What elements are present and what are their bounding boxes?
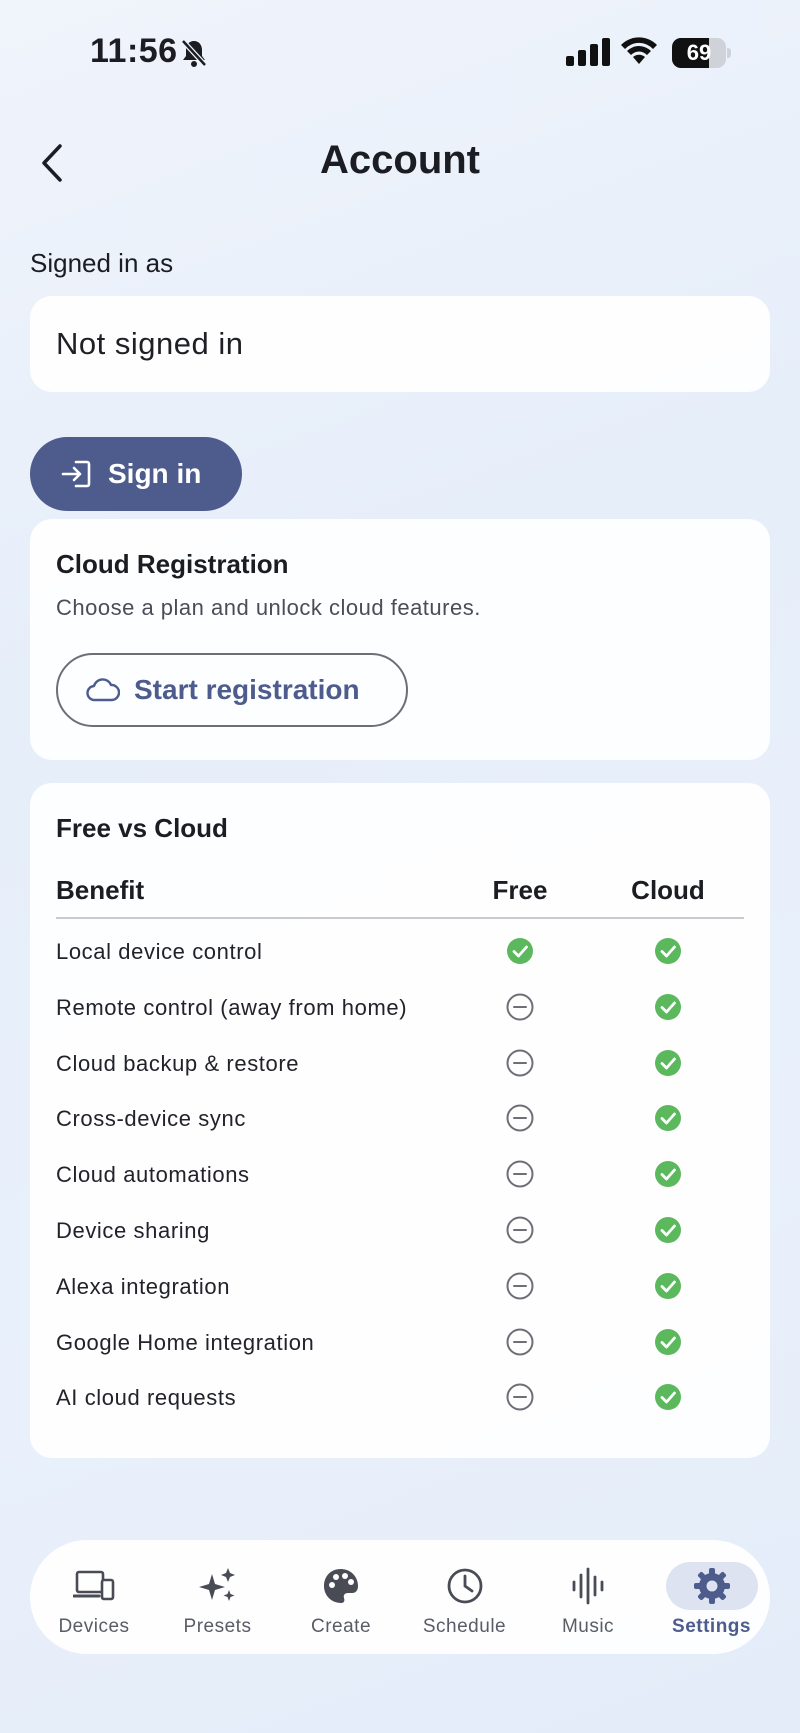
minus-circle-icon xyxy=(506,1328,534,1356)
table-row: AI cloud requests xyxy=(56,1369,744,1425)
signed-in-card: Not signed in xyxy=(30,296,770,392)
waveform-icon xyxy=(542,1562,634,1610)
nav-item-create[interactable]: Create xyxy=(285,1540,397,1654)
nav-item-presets[interactable]: Presets xyxy=(162,1540,274,1654)
table-row: Cross-device sync xyxy=(56,1090,744,1146)
nav-label: Settings xyxy=(672,1616,751,1637)
table-row: Cloud automations xyxy=(56,1146,744,1202)
signed-in-value: Not signed in xyxy=(56,326,244,361)
login-icon xyxy=(61,460,91,488)
table-row: Google Home integration xyxy=(56,1314,744,1370)
cloud-registration-title: Cloud Registration xyxy=(56,549,289,579)
check-circle-icon xyxy=(654,1383,682,1411)
signed-in-label: Signed in as xyxy=(30,248,174,278)
benefit-label: AI cloud requests xyxy=(56,1385,237,1411)
start-registration-label: Start registration xyxy=(134,674,360,705)
devices-icon xyxy=(48,1562,140,1610)
column-header-benefit: Benefit xyxy=(56,875,145,905)
minus-circle-icon xyxy=(506,1383,534,1411)
table-row: Local device control xyxy=(56,923,744,979)
check-circle-icon xyxy=(654,993,682,1021)
minus-circle-icon xyxy=(506,1272,534,1300)
cloud-registration-subtitle: Choose a plan and unlock cloud features. xyxy=(56,595,481,620)
column-header-cloud: Cloud xyxy=(631,875,705,905)
minus-circle-icon xyxy=(506,1049,534,1077)
bell-muted-icon xyxy=(180,38,208,73)
comparison-rows: Local device control Remote control (away… xyxy=(56,923,744,1425)
bottom-navigation: Devices Presets Create Schedule Music Setting… xyxy=(30,1540,770,1654)
minus-circle-icon xyxy=(506,993,534,1021)
nav-label: Schedule xyxy=(422,1616,507,1637)
battery-level: 69 xyxy=(686,40,712,65)
comparison-card: Free vs Cloud Benefit Free Cloud Local d… xyxy=(30,783,770,1458)
cloud-registration-card: Cloud Registration Choose a plan and unl… xyxy=(30,519,770,760)
nav-label: Devices xyxy=(58,1616,130,1637)
minus-circle-icon xyxy=(506,1216,534,1244)
table-row: Cloud backup & restore xyxy=(56,1035,744,1091)
battery-icon: 69 xyxy=(672,38,731,68)
benefit-label: Alexa integration xyxy=(56,1273,231,1299)
check-circle-icon xyxy=(654,1216,682,1244)
cloud-icon xyxy=(86,678,120,702)
benefit-label: Cloud backup & restore xyxy=(56,1050,300,1076)
check-circle-icon xyxy=(654,1160,682,1188)
comparison-header: Benefit Free Cloud xyxy=(56,875,744,919)
cellular-signal-icon xyxy=(566,38,610,71)
minus-circle-icon xyxy=(506,1104,534,1132)
nav-item-devices[interactable]: Devices xyxy=(38,1540,150,1654)
check-circle-icon xyxy=(654,1272,682,1300)
column-header-free: Free xyxy=(492,875,548,905)
table-row: Alexa integration xyxy=(56,1258,744,1314)
sparkle-icon xyxy=(172,1562,264,1610)
benefit-label: Cloud automations xyxy=(56,1162,250,1188)
nav-item-settings[interactable]: Settings xyxy=(656,1540,768,1654)
sign-in-button[interactable]: Sign in xyxy=(30,437,242,511)
page-title: Account xyxy=(320,138,480,182)
sign-in-label: Sign in xyxy=(108,458,202,489)
palette-icon xyxy=(295,1562,387,1610)
status-bar: 11:56 69 xyxy=(0,0,800,100)
check-circle-icon xyxy=(654,1049,682,1077)
benefit-label: Cross-device sync xyxy=(56,1106,246,1132)
minus-circle-icon xyxy=(506,1160,534,1188)
table-row: Device sharing xyxy=(56,1202,744,1258)
gear-icon xyxy=(665,1562,758,1610)
benefit-label: Device sharing xyxy=(56,1217,210,1243)
start-registration-button[interactable]: Start registration xyxy=(56,653,408,727)
check-circle-icon xyxy=(506,937,534,965)
nav-label: Create xyxy=(310,1616,372,1637)
check-circle-icon xyxy=(654,1104,682,1132)
wifi-icon xyxy=(620,36,658,71)
nav-item-schedule[interactable]: Schedule xyxy=(409,1540,521,1654)
nav-item-music[interactable]: Music xyxy=(532,1540,644,1654)
comparison-title: Free vs Cloud xyxy=(56,813,228,843)
benefit-label: Remote control (away from home) xyxy=(56,994,408,1020)
check-circle-icon xyxy=(654,937,682,965)
check-circle-icon xyxy=(654,1328,682,1356)
table-row: Remote control (away from home) xyxy=(56,979,744,1035)
status-time: 11:56 xyxy=(90,32,178,70)
benefit-label: Google Home integration xyxy=(56,1329,315,1355)
benefit-label: Local device control xyxy=(56,939,263,964)
clock-icon xyxy=(419,1562,511,1610)
nav-label: Presets xyxy=(183,1616,252,1637)
nav-label: Music xyxy=(561,1616,615,1637)
